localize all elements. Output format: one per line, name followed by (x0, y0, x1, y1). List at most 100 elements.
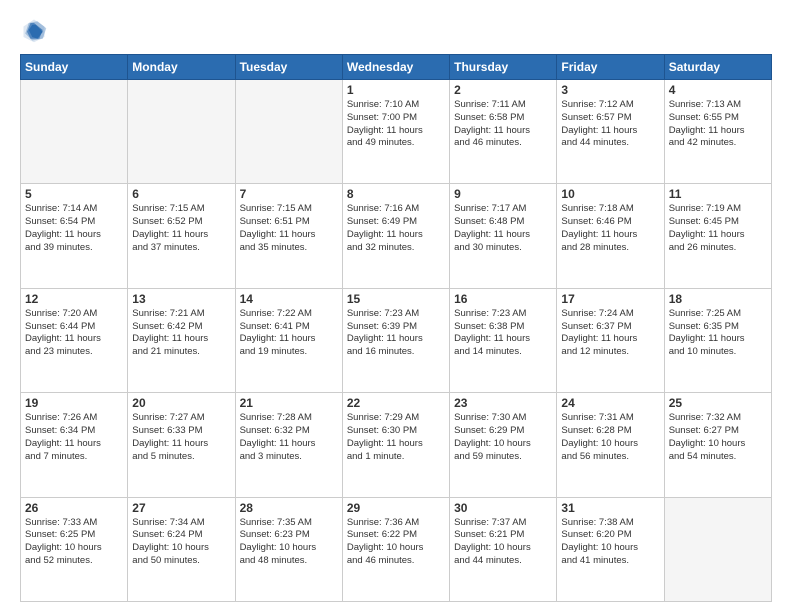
day-info: Sunrise: 7:15 AM Sunset: 6:52 PM Dayligh… (132, 203, 230, 254)
day-header-tuesday: Tuesday (235, 55, 342, 80)
day-header-monday: Monday (128, 55, 235, 80)
logo (20, 16, 52, 44)
day-number: 8 (347, 187, 445, 201)
calendar-cell: 25 Sunrise: 7:32 AM Sunset: 6:27 PM Dayli… (664, 393, 771, 497)
day-number: 7 (240, 187, 338, 201)
day-info: Sunrise: 7:25 AM Sunset: 6:35 PM Dayligh… (669, 308, 767, 359)
day-number: 3 (561, 83, 659, 97)
day-info: Sunrise: 7:13 AM Sunset: 6:55 PM Dayligh… (669, 99, 767, 150)
calendar-cell: 27Sunrise: 7:34 AM Sunset: 6:24 PM Dayli… (128, 497, 235, 601)
calendar-week-0: 1 Sunrise: 7:10 AM Sunset: 7:00 PM Daylig… (21, 80, 772, 184)
day-number: 2 (454, 83, 552, 97)
day-info: Sunrise: 7:12 AM Sunset: 6:57 PM Dayligh… (561, 99, 659, 150)
day-number: 22 (347, 396, 445, 410)
calendar-cell: 26Sunrise: 7:33 AM Sunset: 6:25 PM Dayli… (21, 497, 128, 601)
calendar-cell: 4 Sunrise: 7:13 AM Sunset: 6:55 PM Daylig… (664, 80, 771, 184)
day-info: Sunrise: 7:26 AM Sunset: 6:34 PM Dayligh… (25, 412, 123, 463)
header (20, 16, 772, 44)
day-info: Sunrise: 7:36 AM Sunset: 6:22 PM Dayligh… (347, 517, 445, 568)
day-info: Sunrise: 7:24 AM Sunset: 6:37 PM Dayligh… (561, 308, 659, 359)
day-number: 18 (669, 292, 767, 306)
day-number: 20 (132, 396, 230, 410)
day-info: Sunrise: 7:38 AM Sunset: 6:20 PM Dayligh… (561, 517, 659, 568)
calendar-cell (235, 80, 342, 184)
day-info: Sunrise: 7:35 AM Sunset: 6:23 PM Dayligh… (240, 517, 338, 568)
day-number: 10 (561, 187, 659, 201)
calendar-week-1: 5 Sunrise: 7:14 AM Sunset: 6:54 PM Daylig… (21, 184, 772, 288)
calendar-cell: 24 Sunrise: 7:31 AM Sunset: 6:28 PM Dayli… (557, 393, 664, 497)
day-info: Sunrise: 7:23 AM Sunset: 6:39 PM Dayligh… (347, 308, 445, 359)
calendar-table: SundayMondayTuesdayWednesdayThursdayFrid… (20, 54, 772, 602)
day-info: Sunrise: 7:17 AM Sunset: 6:48 PM Dayligh… (454, 203, 552, 254)
day-info: Sunrise: 7:31 AM Sunset: 6:28 PM Dayligh… (561, 412, 659, 463)
calendar-cell: 21 Sunrise: 7:28 AM Sunset: 6:32 PM Dayli… (235, 393, 342, 497)
day-info: Sunrise: 7:20 AM Sunset: 6:44 PM Dayligh… (25, 308, 123, 359)
calendar-cell: 10 Sunrise: 7:18 AM Sunset: 6:46 PM Dayli… (557, 184, 664, 288)
day-header-thursday: Thursday (450, 55, 557, 80)
day-number: 31 (561, 501, 659, 515)
calendar-cell: 29Sunrise: 7:36 AM Sunset: 6:22 PM Dayli… (342, 497, 449, 601)
calendar-cell: 19 Sunrise: 7:26 AM Sunset: 6:34 PM Dayli… (21, 393, 128, 497)
day-info: Sunrise: 7:10 AM Sunset: 7:00 PM Dayligh… (347, 99, 445, 150)
calendar-cell: 20 Sunrise: 7:27 AM Sunset: 6:33 PM Dayli… (128, 393, 235, 497)
calendar-cell (664, 497, 771, 601)
day-info: Sunrise: 7:15 AM Sunset: 6:51 PM Dayligh… (240, 203, 338, 254)
day-info: Sunrise: 7:30 AM Sunset: 6:29 PM Dayligh… (454, 412, 552, 463)
logo-icon (20, 16, 48, 44)
day-number: 25 (669, 396, 767, 410)
day-info: Sunrise: 7:29 AM Sunset: 6:30 PM Dayligh… (347, 412, 445, 463)
day-info: Sunrise: 7:23 AM Sunset: 6:38 PM Dayligh… (454, 308, 552, 359)
day-info: Sunrise: 7:18 AM Sunset: 6:46 PM Dayligh… (561, 203, 659, 254)
calendar-cell: 17Sunrise: 7:24 AM Sunset: 6:37 PM Dayli… (557, 288, 664, 392)
calendar-cell: 28Sunrise: 7:35 AM Sunset: 6:23 PM Dayli… (235, 497, 342, 601)
calendar-cell: 9 Sunrise: 7:17 AM Sunset: 6:48 PM Daylig… (450, 184, 557, 288)
day-info: Sunrise: 7:27 AM Sunset: 6:33 PM Dayligh… (132, 412, 230, 463)
day-number: 6 (132, 187, 230, 201)
calendar-cell: 1 Sunrise: 7:10 AM Sunset: 7:00 PM Daylig… (342, 80, 449, 184)
calendar-cell: 7 Sunrise: 7:15 AM Sunset: 6:51 PM Daylig… (235, 184, 342, 288)
day-number: 27 (132, 501, 230, 515)
calendar-cell: 5 Sunrise: 7:14 AM Sunset: 6:54 PM Daylig… (21, 184, 128, 288)
calendar-week-2: 12 Sunrise: 7:20 AM Sunset: 6:44 PM Dayli… (21, 288, 772, 392)
day-number: 23 (454, 396, 552, 410)
day-info: Sunrise: 7:32 AM Sunset: 6:27 PM Dayligh… (669, 412, 767, 463)
day-header-sunday: Sunday (21, 55, 128, 80)
day-info: Sunrise: 7:37 AM Sunset: 6:21 PM Dayligh… (454, 517, 552, 568)
calendar-cell: 2 Sunrise: 7:11 AM Sunset: 6:58 PM Daylig… (450, 80, 557, 184)
calendar-header-row: SundayMondayTuesdayWednesdayThursdayFrid… (21, 55, 772, 80)
calendar-cell: 6 Sunrise: 7:15 AM Sunset: 6:52 PM Daylig… (128, 184, 235, 288)
day-number: 12 (25, 292, 123, 306)
calendar-cell: 8 Sunrise: 7:16 AM Sunset: 6:49 PM Daylig… (342, 184, 449, 288)
calendar-cell (21, 80, 128, 184)
day-number: 9 (454, 187, 552, 201)
calendar-cell: 31 Sunrise: 7:38 AM Sunset: 6:20 PM Dayli… (557, 497, 664, 601)
calendar-cell: 13Sunrise: 7:21 AM Sunset: 6:42 PM Dayli… (128, 288, 235, 392)
day-info: Sunrise: 7:14 AM Sunset: 6:54 PM Dayligh… (25, 203, 123, 254)
calendar-cell: 11 Sunrise: 7:19 AM Sunset: 6:45 PM Dayli… (664, 184, 771, 288)
calendar-cell: 14Sunrise: 7:22 AM Sunset: 6:41 PM Dayli… (235, 288, 342, 392)
day-number: 4 (669, 83, 767, 97)
day-info: Sunrise: 7:11 AM Sunset: 6:58 PM Dayligh… (454, 99, 552, 150)
page: SundayMondayTuesdayWednesdayThursdayFrid… (0, 0, 792, 612)
calendar-cell (128, 80, 235, 184)
day-number: 11 (669, 187, 767, 201)
day-number: 5 (25, 187, 123, 201)
day-number: 21 (240, 396, 338, 410)
calendar-cell: 23 Sunrise: 7:30 AM Sunset: 6:29 PM Dayli… (450, 393, 557, 497)
day-number: 16 (454, 292, 552, 306)
day-info: Sunrise: 7:16 AM Sunset: 6:49 PM Dayligh… (347, 203, 445, 254)
day-number: 15 (347, 292, 445, 306)
day-number: 30 (454, 501, 552, 515)
calendar-cell: 12 Sunrise: 7:20 AM Sunset: 6:44 PM Dayli… (21, 288, 128, 392)
day-number: 19 (25, 396, 123, 410)
day-info: Sunrise: 7:28 AM Sunset: 6:32 PM Dayligh… (240, 412, 338, 463)
day-number: 1 (347, 83, 445, 97)
day-header-friday: Friday (557, 55, 664, 80)
day-info: Sunrise: 7:33 AM Sunset: 6:25 PM Dayligh… (25, 517, 123, 568)
calendar-cell: 22 Sunrise: 7:29 AM Sunset: 6:30 PM Dayli… (342, 393, 449, 497)
day-number: 13 (132, 292, 230, 306)
day-info: Sunrise: 7:19 AM Sunset: 6:45 PM Dayligh… (669, 203, 767, 254)
calendar-week-3: 19 Sunrise: 7:26 AM Sunset: 6:34 PM Dayli… (21, 393, 772, 497)
day-number: 24 (561, 396, 659, 410)
day-header-wednesday: Wednesday (342, 55, 449, 80)
